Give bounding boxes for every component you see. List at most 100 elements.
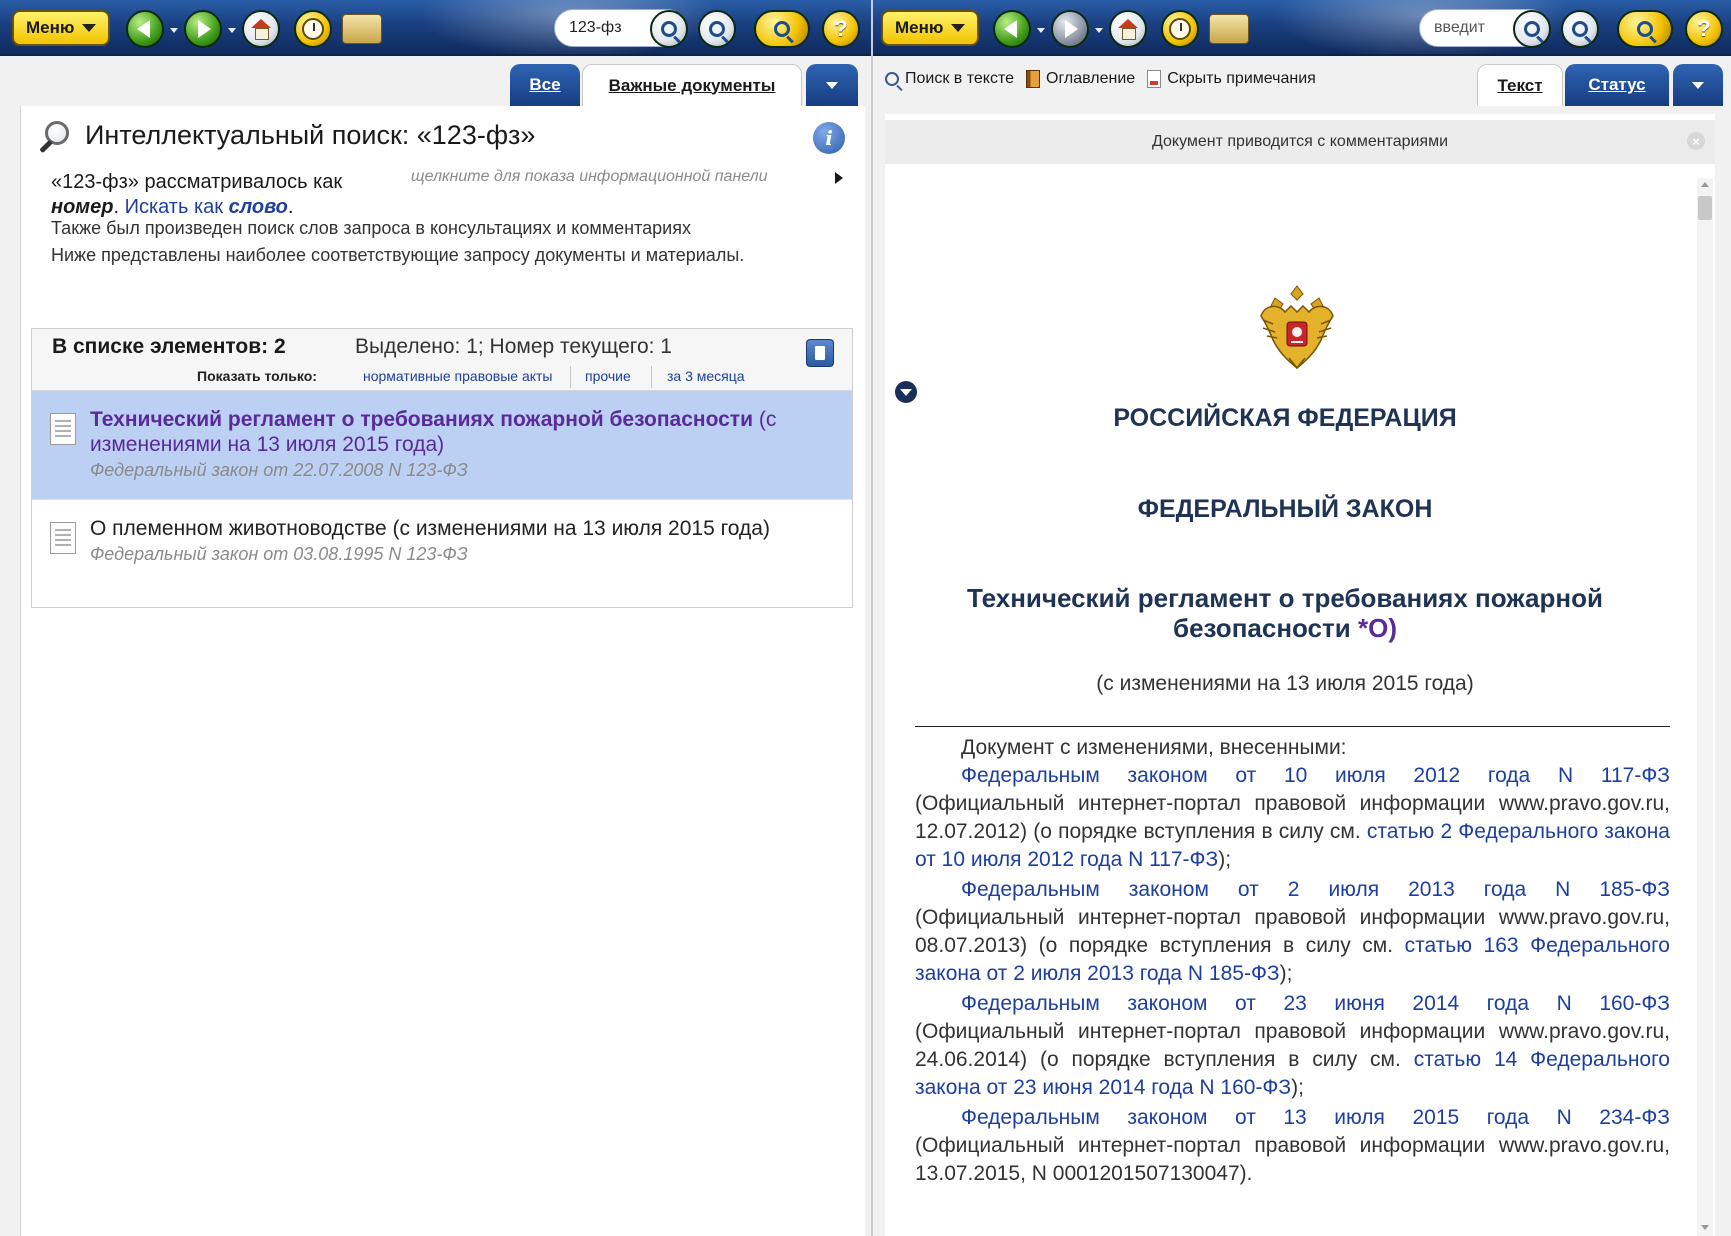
amendment-law-link[interactable]: Федеральным законом от 2 июля 2013 года … [915,876,1670,904]
amendment-source: (Официальный интернет-портал правовой ин… [915,1134,1670,1185]
advanced-search-button[interactable] [698,10,736,48]
folders-icon[interactable] [1209,14,1249,44]
close-icon[interactable]: × [1687,132,1705,150]
left-toolbar: Меню 123-фз ? [0,0,871,56]
back-button[interactable] [126,10,164,48]
tabs-more-button[interactable] [1673,64,1723,106]
back-history-dropdown[interactable] [1037,28,1045,33]
forward-history-dropdown[interactable] [1095,28,1103,33]
amendment-law-link[interactable]: Федеральным законом от 10 июля 2012 года… [915,762,1670,790]
home-icon [251,19,271,40]
screen-button[interactable] [754,10,810,48]
history-button[interactable] [294,10,332,48]
expand-triangle-icon[interactable] [835,172,843,184]
selection-info: Выделено: 1; Номер текущего: 1 [355,335,672,358]
info-icon[interactable]: i [813,122,845,154]
search-results-panel: Интеллектуальный поиск: «123-фз» i «123-… [20,106,865,1236]
filter-other[interactable]: прочие [585,368,631,384]
forward-button[interactable] [1051,10,1089,48]
search-header: Интеллектуальный поиск: «123-фз» [39,120,536,153]
tab-important[interactable]: Важные документы [582,64,802,106]
document-tools: Поиск в тексте Оглавление Скрыть примеча… [885,70,1316,88]
menu-button[interactable]: Меню [881,10,980,46]
home-button[interactable] [1109,10,1147,48]
search-icon [885,72,899,86]
search-in-text-button[interactable]: Поиск в тексте [885,70,1014,88]
collapse-toggle-icon[interactable] [895,381,917,403]
coat-of-arms-emblem [1260,285,1334,370]
document-changes-note: (с изменениями на 13 июля 2015 года) [1096,672,1474,695]
back-button[interactable] [993,10,1031,48]
magnifier-icon [39,120,69,153]
document-icon [50,522,76,554]
list-item[interactable]: О племенном животноводстве (с изменениям… [32,499,852,607]
amendments-block: Документ с изменениями, внесенными: Феде… [915,734,1670,1190]
show-only-bar: Показать только: нормативные правовые ак… [32,366,852,388]
book-icon [1026,70,1040,88]
scroll-down-arrow[interactable] [1701,1225,1709,1230]
search-plus-icon [709,21,725,37]
filter-normative-acts[interactable]: нормативные правовые акты [363,368,553,384]
document-scrollbar[interactable] [1697,178,1713,1236]
results-list: В списке элементов: 2 Выделено: 1; Номер… [31,328,853,608]
forward-history-dropdown[interactable] [228,28,236,33]
advanced-search-button[interactable] [1561,10,1599,48]
home-button[interactable] [242,10,280,48]
tab-text[interactable]: Текст [1477,64,1563,106]
arrow-right-icon [1065,20,1078,38]
contents-label: Оглавление [1046,70,1136,87]
amendment-law-link[interactable]: Федеральным законом от 13 июля 2015 года… [915,1104,1670,1132]
history-button[interactable] [1161,10,1199,48]
list-header: В списке элементов: 2 Выделено: 1; Номер… [32,329,852,391]
info-panel-hint[interactable]: щелкните для показа информационной панел… [411,168,768,186]
show-only-label: Показать только: [197,368,317,384]
back-history-dropdown[interactable] [170,28,178,33]
scroll-thumb[interactable] [1698,196,1712,220]
amendment-law-link[interactable]: Федеральным законом от 23 июня 2014 года… [915,990,1670,1018]
home-icon [1118,19,1138,40]
filter-3-months[interactable]: за 3 месяца [667,368,745,384]
chevron-down-icon [1692,81,1704,89]
list-item-title[interactable]: О племенном животноводстве (с изменениям… [90,516,810,541]
search-icon [1524,21,1540,37]
search-title: Интеллектуальный поиск: «123-фз» [85,120,536,150]
left-tabs: Все Важные документы [0,58,871,106]
scroll-up-arrow[interactable] [1701,182,1709,187]
help-button[interactable]: ? [1685,10,1723,48]
tab-all[interactable]: Все [510,64,580,106]
comment-marker[interactable]: *О) [1358,613,1397,643]
list-item-subtitle: Федеральный закон от 03.08.1995 N 123-ФЗ [90,544,468,564]
document-title: Технический регламент о требованиях пожа… [967,583,1603,643]
forward-button[interactable] [184,10,222,48]
list-item[interactable]: Технический регламент о требованиях пожа… [32,391,852,499]
tab-status[interactable]: Статус [1565,64,1669,106]
clock-icon [1169,18,1191,40]
considered-as: номер [51,196,114,218]
screen-button[interactable] [1617,10,1673,48]
hide-notes-button[interactable]: Скрыть примечания [1147,70,1316,88]
help-button[interactable]: ? [822,10,860,48]
chevron-down-icon [826,81,838,89]
document-icon [50,413,76,445]
note-icon [1147,70,1162,88]
below-shown-text: Ниже представлены наиболее соответствующ… [51,245,745,265]
divider [915,726,1670,727]
monitor-search-icon [1637,21,1653,37]
search-button[interactable] [1513,10,1551,48]
folders-icon[interactable] [342,14,382,44]
list-settings-icon[interactable] [806,339,834,367]
search-in-text-label: Поиск в тексте [905,70,1014,87]
right-pane: Меню введит ? Текст Статус Поиск в текст… [873,0,1731,1236]
search-plus-icon [1572,21,1588,37]
arrow-left-icon [1004,20,1017,38]
notice-text: Документ приводится с комментариями [1151,133,1449,150]
country-heading: РОССИЙСКАЯ ФЕДЕРАЦИЯ [1113,404,1457,432]
contents-button[interactable]: Оглавление [1026,70,1135,88]
menu-button[interactable]: Меню [12,10,111,46]
search-as-word-link[interactable]: Искать как слово [125,196,288,218]
arrow-left-icon [137,20,150,38]
list-item-title[interactable]: Технический регламент о требованиях пожа… [90,407,810,457]
search-button[interactable] [650,10,688,48]
tabs-more-button[interactable] [806,64,858,106]
amendments-intro: Документ с изменениями, внесенными: [961,736,1347,759]
